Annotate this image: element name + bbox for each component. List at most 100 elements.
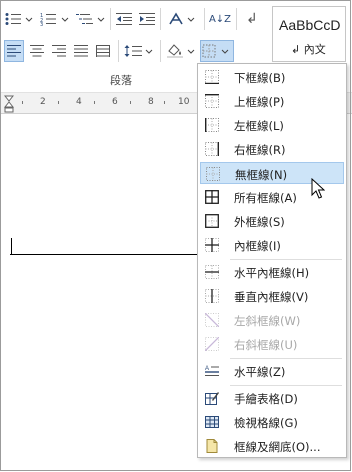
increase-indent-button[interactable] — [137, 8, 157, 30]
paragraph-mark-icon: ↲ — [246, 11, 258, 27]
inside-vertical-border-icon — [205, 289, 219, 303]
ribbon-separator — [160, 8, 161, 30]
menu-item-diagonal-up-border[interactable]: 右斜框線(U) — [200, 333, 344, 355]
distributed-icon — [96, 45, 110, 57]
ruler-tick — [58, 101, 59, 104]
borders-icon — [202, 44, 229, 58]
style-normal-tile[interactable]: AaBbCcD ↲ 內文 — [272, 6, 346, 62]
ruler-number: 10 — [178, 97, 190, 107]
menu-item-label: 外框線(S) — [234, 215, 285, 229]
draw-table-icon — [205, 392, 219, 405]
indent-marker-icon[interactable] — [4, 95, 14, 113]
justify-button[interactable] — [71, 40, 91, 62]
align-center-button[interactable] — [27, 40, 47, 62]
svg-text:A: A — [205, 366, 209, 372]
ribbon-separator — [204, 8, 205, 30]
ruler-number: 4 — [76, 97, 82, 107]
text-caret — [11, 238, 12, 254]
ruler-number: 6 — [112, 97, 118, 107]
align-left-button[interactable] — [4, 40, 24, 62]
ribbon-separator — [118, 40, 119, 62]
menu-item-bottom-border[interactable]: 下框線(B) — [200, 66, 344, 88]
inside-horizontal-border-icon — [205, 265, 219, 279]
menu-item-right-border[interactable]: 右框線(R) — [200, 138, 344, 160]
svg-text:3: 3 — [40, 22, 43, 26]
menu-item-inside-vertical-border[interactable]: 垂直內框線(V) — [200, 285, 344, 307]
all-borders-icon — [205, 190, 219, 204]
multilevel-list-button[interactable] — [74, 8, 108, 30]
menu-item-view-gridlines[interactable]: 檢視格線(G) — [200, 411, 344, 433]
justify-icon — [74, 45, 88, 57]
multilevel-list-icon — [76, 14, 105, 24]
menu-item-inside-horizontal-border[interactable]: 水平內框線(H) — [200, 261, 344, 283]
bullets-button[interactable] — [2, 8, 36, 30]
paragraph-group-label: 段落 — [110, 74, 132, 87]
menu-item-label: 檢視格線(G) — [234, 416, 298, 430]
menu-separator — [230, 385, 342, 386]
bullets-icon — [5, 13, 33, 25]
no-border-icon — [206, 167, 220, 181]
top-border-icon — [205, 94, 219, 108]
inside-borders-icon — [205, 238, 219, 252]
menu-item-label: 上框線(P) — [234, 95, 285, 109]
menu-item-draw-table[interactable]: 手繪表格(D) — [200, 387, 344, 409]
diagonal-down-border-icon — [205, 313, 219, 327]
menu-item-left-border[interactable]: 左框線(L) — [200, 114, 344, 136]
borders-shading-icon — [206, 439, 218, 453]
horizontal-line-icon: A — [205, 366, 219, 376]
asian-layout-button[interactable] — [166, 8, 198, 30]
menu-item-inside-borders[interactable]: 內框線(I) — [200, 234, 344, 256]
align-right-icon — [52, 45, 66, 57]
align-left-icon — [7, 45, 21, 57]
right-border-icon — [205, 142, 219, 156]
outside-borders-icon — [205, 214, 219, 228]
menu-item-label: 右斜框線(U) — [234, 338, 298, 352]
menu-item-borders-and-shading[interactable]: 框線及網底(O)... — [200, 435, 344, 457]
menu-separator — [230, 358, 342, 359]
menu-item-horizontal-line[interactable]: A 水平線(Z) — [200, 360, 344, 382]
align-center-icon — [30, 45, 44, 57]
menu-item-outside-borders[interactable]: 外框線(S) — [200, 210, 344, 232]
align-right-button[interactable] — [49, 40, 69, 62]
menu-item-label: 下框線(B) — [234, 71, 286, 85]
sort-button[interactable]: A↓Z — [208, 8, 232, 30]
bottom-border-icon — [205, 70, 219, 84]
menu-item-label: 所有框線(A) — [234, 191, 297, 205]
shading-icon — [167, 44, 195, 58]
ribbon-separator — [110, 8, 111, 30]
menu-item-top-border[interactable]: 上框線(P) — [200, 90, 344, 112]
ribbon-separator — [160, 40, 161, 62]
ribbon-separator — [236, 8, 237, 30]
ruler-number: 8 — [148, 97, 154, 107]
increase-indent-icon — [139, 13, 155, 25]
menu-separator — [230, 259, 342, 260]
menu-item-label: 水平內框線(H) — [234, 266, 310, 280]
menu-item-diagonal-down-border[interactable]: 左斜框線(W) — [200, 309, 344, 331]
style-name-label: ↲ 內文 — [291, 43, 326, 56]
menu-item-label: 框線及網底(O)... — [234, 440, 321, 454]
menu-item-label: 水平線(Z) — [234, 365, 286, 379]
shading-button[interactable] — [164, 40, 198, 62]
line-spacing-button[interactable] — [122, 40, 156, 62]
diagonal-up-border-icon — [205, 337, 219, 351]
menu-item-label: 左斜框線(W) — [234, 314, 301, 328]
ruler-number: 2 — [40, 97, 46, 107]
numbering-icon: 123 — [40, 13, 69, 26]
mouse-pointer-icon — [311, 178, 325, 199]
borders-button[interactable] — [200, 40, 234, 62]
menu-item-label: 右框線(R) — [234, 143, 286, 157]
style-sample-text: AaBbCcD — [279, 17, 341, 33]
decrease-indent-icon — [116, 13, 132, 25]
show-marks-button[interactable]: ↲ — [240, 8, 264, 30]
ruler-tick — [94, 101, 95, 104]
numbering-button[interactable]: 123 — [38, 8, 72, 30]
ruler-tick — [164, 101, 165, 104]
distributed-button[interactable] — [93, 40, 113, 62]
decrease-indent-button[interactable] — [114, 8, 134, 30]
borders-dropdown-menu: 下框線(B) 上框線(P) 左框線(L) 右框線(R) 無框線(N) 所有框線(… — [197, 63, 347, 458]
menu-item-label: 內框線(I) — [234, 239, 281, 253]
left-border-icon — [205, 118, 219, 132]
menu-item-label: 垂直內框線(V) — [234, 290, 309, 304]
menu-item-label: 無框線(N) — [235, 168, 288, 182]
menu-item-label: 左框線(L) — [234, 119, 284, 133]
